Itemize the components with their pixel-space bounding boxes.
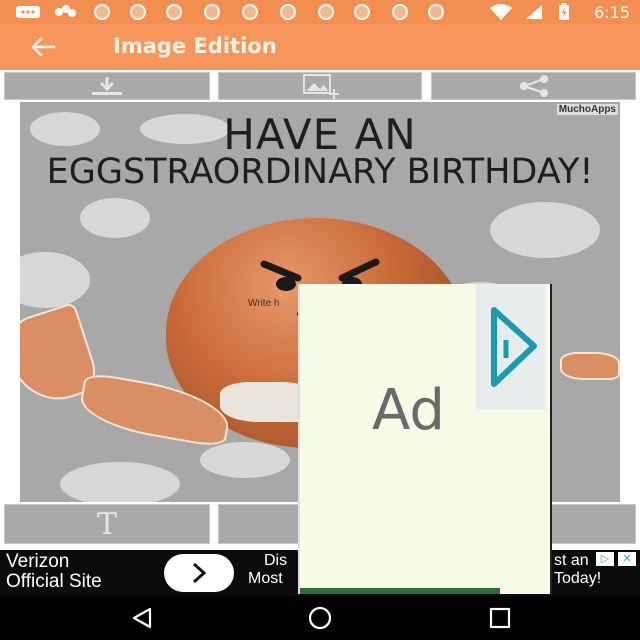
headline-line-2: EGGSTRAORDINARY BIRTHDAY! — [46, 152, 594, 192]
bokeh-circle — [20, 252, 90, 308]
recents-square-icon — [489, 607, 511, 629]
soccer-ball-icon — [428, 4, 444, 20]
bokeh-circle — [60, 462, 180, 502]
soccer-ball-icon — [280, 4, 296, 20]
banner-ad-open-button[interactable] — [164, 554, 234, 592]
app-bar: Image Edition — [0, 24, 640, 70]
add-text-button[interactable]: T — [4, 504, 210, 544]
eggshell-fragment — [560, 352, 620, 380]
banner-ad-title-line-1: Verizon — [6, 551, 70, 572]
download-icon — [92, 77, 122, 95]
battery-charging-icon — [556, 3, 572, 20]
arrow-left-icon[interactable] — [30, 36, 56, 58]
add-image-icon — [303, 74, 339, 99]
soccer-ball-icon — [94, 4, 110, 20]
adchoices-icon[interactable]: ▷ — [596, 552, 614, 566]
back-triangle-icon — [132, 607, 152, 629]
wifi-icon — [488, 4, 514, 20]
popup-ad-label: Ad — [372, 378, 445, 443]
play-icon — [491, 307, 537, 387]
banner-ad-close-button[interactable]: ✕ — [618, 552, 636, 566]
banner-ad-title: Verizon Official Site — [6, 552, 102, 592]
bokeh-circle — [200, 442, 290, 478]
soccer-ball-icon — [392, 4, 408, 20]
popup-ad-progress — [300, 588, 500, 594]
social-icon — [52, 4, 78, 20]
soccer-ball-icon — [242, 4, 258, 20]
nav-home-button[interactable] — [306, 606, 334, 630]
signal-icon — [524, 4, 544, 20]
soccer-ball-icon — [166, 4, 182, 20]
soccer-ball-icon — [318, 4, 334, 20]
messages-icon — [14, 4, 42, 20]
image-edition-screen: 6:15 Image Edition HAVE AN EGGSTRAORDINA… — [0, 0, 640, 640]
banner-ad-text-right: st an Today! — [554, 552, 601, 588]
clock: 6:15 — [594, 3, 630, 22]
banner-ad-text-middle: Dis Most — [248, 552, 287, 588]
popup-ad[interactable]: Ad — [298, 284, 550, 594]
nav-back-button[interactable] — [128, 606, 156, 630]
bokeh-circle — [80, 198, 150, 238]
share-icon — [519, 75, 548, 97]
add-image-button[interactable] — [218, 72, 422, 100]
popup-ad-play-area[interactable] — [476, 284, 546, 410]
navigation-bar — [0, 596, 640, 640]
status-bar: 6:15 — [0, 0, 640, 24]
chevron-right-icon — [192, 562, 207, 584]
banner-ad-text-middle-line-2: Most — [248, 570, 283, 587]
text-icon: T — [96, 506, 117, 542]
watermark: MuchoApps — [556, 104, 618, 115]
soccer-ball-icon — [204, 4, 220, 20]
banner-ad-text-right-line-1: st an — [554, 552, 589, 569]
home-circle-icon — [308, 606, 332, 630]
share-button[interactable] — [431, 72, 636, 100]
banner-ad-text-right-line-2: Today! — [554, 570, 602, 587]
soccer-ball-icon — [354, 4, 370, 20]
text-input-hint[interactable]: Write h — [248, 298, 280, 309]
bokeh-circle — [490, 202, 600, 258]
page-title: Image Edition — [113, 34, 277, 58]
soccer-ball-icon — [130, 4, 146, 20]
banner-ad-text-middle-line-1: Dis — [264, 552, 288, 569]
download-button[interactable] — [4, 72, 210, 100]
nav-recents-button[interactable] — [486, 606, 514, 630]
banner-ad-title-line-2: Official Site — [6, 571, 102, 592]
